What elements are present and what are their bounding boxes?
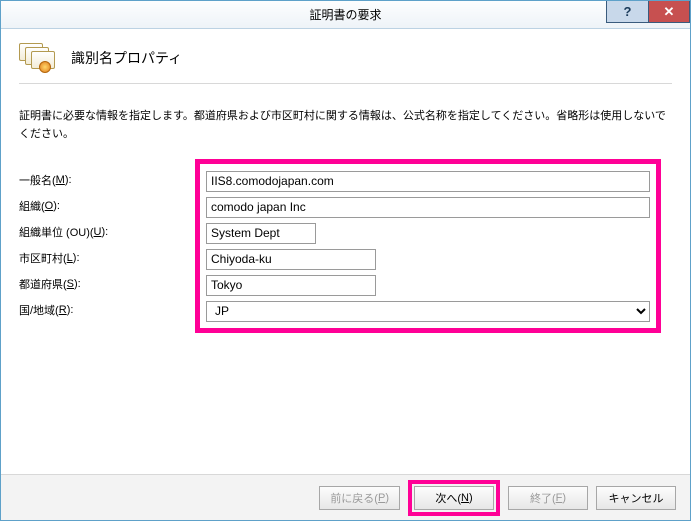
organizational-unit-input[interactable] [206,223,316,244]
country-select[interactable]: JP [206,301,650,322]
finish-button: 終了(F) [508,486,588,510]
page-header: 識別名プロパティ [19,43,672,73]
close-button[interactable]: ✕ [648,1,690,23]
label-common-name: 一般名(M): [19,167,195,193]
label-country: 国/地域(R): [19,297,195,323]
content-area: 識別名プロパティ 証明書に必要な情報を指定します。都道府県および市区町村に関する… [1,29,690,520]
label-state: 都道府県(S): [19,271,195,297]
form-area: 一般名(M): 組織(O): 組織単位 (OU)(U): 市区町村(L): 都道… [19,159,672,333]
cancel-button[interactable]: キャンセル [596,486,676,510]
organization-input[interactable] [206,197,650,218]
titlebar: 証明書の要求 ? ✕ [1,1,690,29]
form-labels: 一般名(M): 組織(O): 組織単位 (OU)(U): 市区町村(L): 都道… [19,159,195,333]
divider [19,83,672,84]
certificate-icon [19,43,57,73]
certificate-request-window: 証明書の要求 ? ✕ 識別名プロパティ 証明書に必要な情報を指定します。都道府県… [0,0,691,521]
wizard-footer: 前に戻る(P) 次へ(N) 終了(F) キャンセル [1,474,690,520]
page-title: 識別名プロパティ [71,48,182,68]
label-city: 市区町村(L): [19,245,195,271]
window-title: 証明書の要求 [1,6,690,23]
description-text: 証明書に必要な情報を指定します。都道府県および市区町村に関する情報は、公式名称を… [19,108,672,143]
back-button: 前に戻る(P) [319,486,400,510]
city-input[interactable] [206,249,376,270]
window-controls: ? ✕ [606,1,690,23]
label-organizational-unit: 組織単位 (OU)(U): [19,219,195,245]
help-button[interactable]: ? [606,1,648,23]
state-input[interactable] [206,275,376,296]
form-inputs: JP [206,168,650,324]
next-button[interactable]: 次へ(N) [414,486,494,510]
common-name-input[interactable] [206,171,650,192]
next-button-highlight: 次へ(N) [408,480,500,516]
label-organization: 組織(O): [19,193,195,219]
highlighted-inputs: JP [195,159,661,333]
